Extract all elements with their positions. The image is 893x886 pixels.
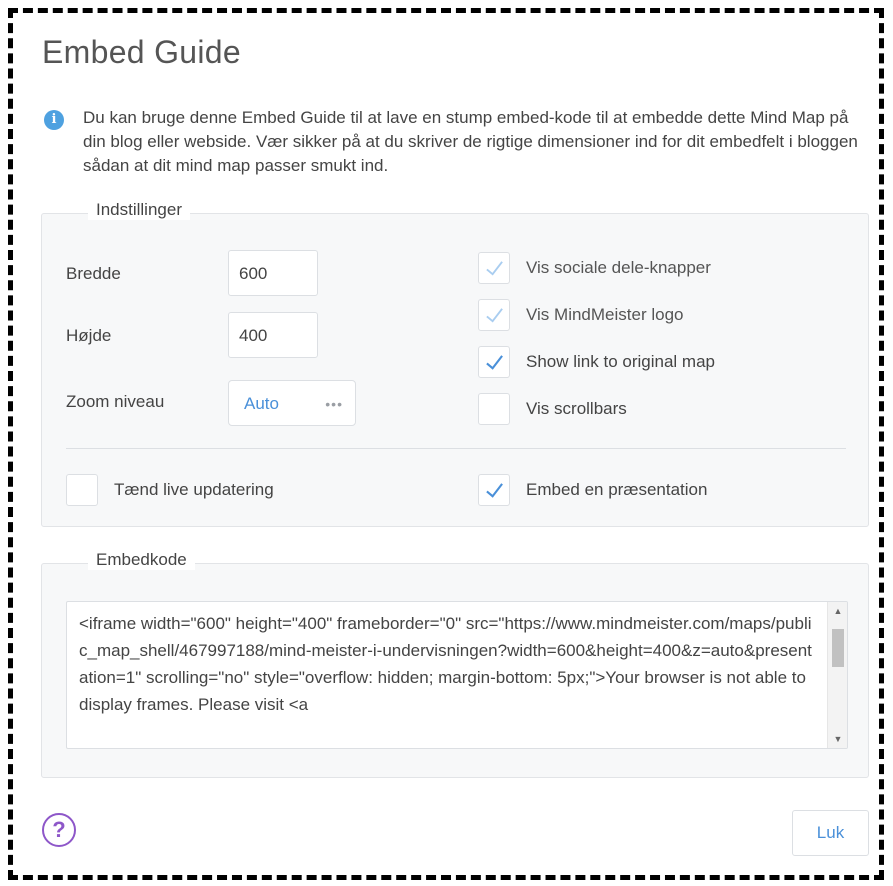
check-icon bbox=[486, 355, 503, 370]
checkbox[interactable] bbox=[66, 474, 98, 506]
width-input[interactable]: 600 bbox=[228, 250, 318, 296]
scroll-down-arrow-icon[interactable]: ▼ bbox=[828, 730, 847, 748]
checkbox[interactable] bbox=[478, 346, 510, 378]
check-icon bbox=[486, 261, 503, 276]
help-icon[interactable]: ? bbox=[42, 813, 76, 847]
divider bbox=[66, 448, 846, 449]
option-label: Vis MindMeister logo bbox=[526, 305, 684, 324]
embed-code-panel: Embedkode <iframe width="600" height="40… bbox=[41, 550, 869, 778]
close-button[interactable]: Luk bbox=[792, 810, 869, 856]
option-label: Embed en præsentation bbox=[526, 480, 708, 499]
checkbox[interactable] bbox=[478, 393, 510, 425]
check-icon bbox=[486, 308, 503, 323]
checkbox[interactable] bbox=[478, 252, 510, 284]
checkbox[interactable] bbox=[478, 474, 510, 506]
zoom-select[interactable]: Auto ••• bbox=[228, 380, 356, 426]
option-label: Tænd live updatering bbox=[114, 480, 274, 499]
height-label: Højde bbox=[66, 326, 112, 345]
embed-code-text: <iframe width="600" height="400" framebo… bbox=[79, 614, 812, 714]
embed-code-textarea[interactable]: <iframe width="600" height="400" framebo… bbox=[66, 601, 848, 749]
settings-panel: Indstillinger Bredde 600 Højde 400 Zoom … bbox=[41, 200, 869, 527]
info-text: Du kan bruge denne Embed Guide til at la… bbox=[83, 108, 858, 175]
more-dots-icon: ••• bbox=[325, 396, 343, 412]
scrollbar[interactable]: ▲ ▼ bbox=[827, 602, 847, 748]
settings-legend: Indstillinger bbox=[88, 200, 190, 220]
scroll-up-arrow-icon[interactable]: ▲ bbox=[828, 602, 847, 620]
check-icon bbox=[486, 483, 503, 498]
width-label: Bredde bbox=[66, 264, 121, 283]
scroll-thumb[interactable] bbox=[832, 629, 844, 667]
zoom-label: Zoom niveau bbox=[66, 392, 165, 411]
option-label: Vis scrollbars bbox=[526, 399, 627, 418]
dialog-title: Embed Guide bbox=[42, 34, 241, 70]
zoom-value: Auto bbox=[244, 394, 279, 413]
height-input[interactable]: 400 bbox=[228, 312, 318, 358]
embed-guide-dialog: Embed Guide i Du kan bruge denne Embed G… bbox=[20, 20, 875, 870]
option-label: Vis sociale dele-knapper bbox=[526, 258, 711, 277]
option-label: Show link to original map bbox=[526, 352, 715, 371]
info-icon: i bbox=[44, 110, 64, 130]
checkbox[interactable] bbox=[478, 299, 510, 331]
embed-legend: Embedkode bbox=[88, 550, 195, 570]
